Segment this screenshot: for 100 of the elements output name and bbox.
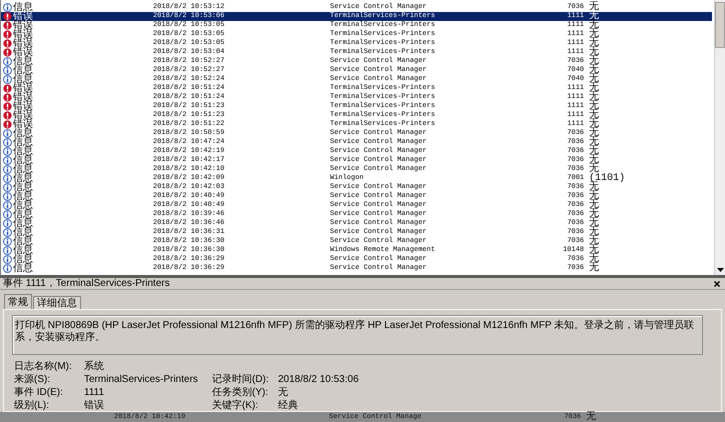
level-text: 信息 [13, 138, 33, 147]
error-icon [3, 102, 12, 111]
scroll-down-icon[interactable] [716, 267, 724, 273]
level-text: 信息 [13, 66, 33, 75]
info-icon [3, 147, 12, 156]
task-cell: 无 [589, 219, 599, 228]
info-icon [3, 210, 12, 219]
close-icon[interactable] [714, 280, 720, 286]
error-icon [3, 93, 12, 102]
task-cell: 无 [589, 147, 599, 156]
task-cell: 无 [589, 48, 599, 57]
level-text: 信息 [13, 255, 33, 264]
task-cell: 无 [589, 39, 599, 48]
info-icon [3, 228, 12, 237]
task-cell: 无 [589, 165, 599, 174]
task-cell: 无 [589, 228, 599, 237]
error-icon [3, 39, 12, 48]
field-label: 日志名称(M): [13, 361, 73, 372]
task-cell: 无 [589, 201, 599, 210]
task-cell: 无 [589, 21, 599, 30]
info-icon [3, 165, 12, 174]
error-icon [3, 120, 12, 129]
task-cell: 无 [589, 246, 599, 255]
tab[interactable]: 详细信息 [33, 296, 81, 309]
level-text: 错误 [13, 48, 33, 57]
info-icon [3, 237, 12, 246]
level-text: 信息 [13, 156, 33, 165]
task-cell: 无 [589, 3, 599, 12]
info-icon [3, 192, 12, 201]
field-value: 错误 [84, 400, 105, 411]
level-text: 信息 [13, 174, 33, 183]
task-cell: 无 [589, 255, 599, 264]
info-icon [3, 255, 12, 264]
error-icon [3, 12, 12, 21]
info-icon [3, 183, 12, 192]
level-text: 错误 [13, 102, 33, 111]
task-cell: 无 [589, 75, 599, 84]
task-cell: 无 [589, 66, 599, 75]
task-cell: 无 [589, 93, 599, 102]
error-icon [3, 84, 12, 93]
scrollbar[interactable] [714, 0, 725, 275]
scroll-thumb[interactable] [715, 2, 725, 48]
info-icon [3, 219, 12, 228]
error-icon [3, 111, 12, 120]
info-icon [3, 246, 12, 255]
level-text: 信息 [13, 219, 33, 228]
field-label: 关键字(K): [212, 400, 260, 411]
error-icon [3, 30, 12, 39]
level-text: 信息 [13, 147, 33, 156]
message-box: 打印机 NPI80869B (HP LaserJet Professional M1216nfh MFP) 所需的驱动程序 HP LaserJet Professional M1216nfh MFP 未知。登录之前，请与管理员联系，安装驱动程序。 [12, 315, 703, 355]
level-text: 错误 [13, 84, 33, 93]
info-icon [3, 156, 12, 165]
field-value: 2018/8/2 10:53:06 [278, 374, 359, 385]
task-cell: 无 [589, 210, 599, 219]
field-label: 来源(S): [13, 374, 52, 385]
task-cell: 无 [589, 57, 599, 66]
info-icon [3, 66, 12, 75]
level-text: 信息 [13, 183, 33, 192]
info-icon [3, 129, 12, 138]
task-cell: 无 [589, 264, 599, 273]
task-cell: (1101) [589, 174, 626, 183]
info-icon [3, 174, 12, 183]
info-icon [3, 57, 12, 66]
task-cell: 无 [589, 111, 599, 120]
info-icon [3, 75, 12, 84]
task-cell: 无 [589, 237, 599, 246]
level-text: 信息 [13, 237, 33, 246]
level-text: 错误 [13, 120, 33, 129]
task-cell: 无 [589, 156, 599, 165]
level-text: 信息 [13, 201, 33, 210]
level-text: 错误 [13, 39, 33, 48]
field-value: TerminalServices-Printers [84, 374, 199, 385]
level-text: 信息 [13, 192, 33, 201]
level-text: 信息 [13, 210, 33, 219]
field-label: 记录时间(D): [212, 374, 270, 385]
level-text: 错误 [13, 93, 33, 102]
task-cell: 无 [589, 30, 599, 39]
task-cell: 无 [589, 138, 599, 147]
field-label: 级别(L): [13, 400, 50, 411]
field-label: 任务类别(Y): [212, 387, 270, 398]
field-value: 系统 [84, 361, 105, 372]
level-text: 信息 [13, 264, 33, 273]
event-title: 事件 1111，TerminalServices-Printers [3, 278, 170, 289]
field-label: 事件 ID(E): [13, 387, 64, 398]
task-cell: 无 [589, 102, 599, 111]
task-cell: 无 [589, 84, 599, 93]
task-cell: 无 [589, 120, 599, 129]
info-icon [3, 138, 12, 147]
level-text: 错误 [13, 21, 33, 30]
task-cell: 无 [589, 129, 599, 138]
info-icon [3, 201, 12, 210]
level-text: 错误 [13, 30, 33, 39]
task-cell: 无 [586, 412, 596, 422]
field-value: 经典 [278, 400, 298, 411]
level-text: 错误 [13, 111, 33, 120]
level-text: 信息 [13, 57, 33, 66]
level-text: 信息 [13, 129, 33, 138]
field-value: 无 [278, 387, 288, 398]
tab[interactable]: 常规 [4, 294, 32, 309]
level-text: 信息 [13, 165, 33, 174]
